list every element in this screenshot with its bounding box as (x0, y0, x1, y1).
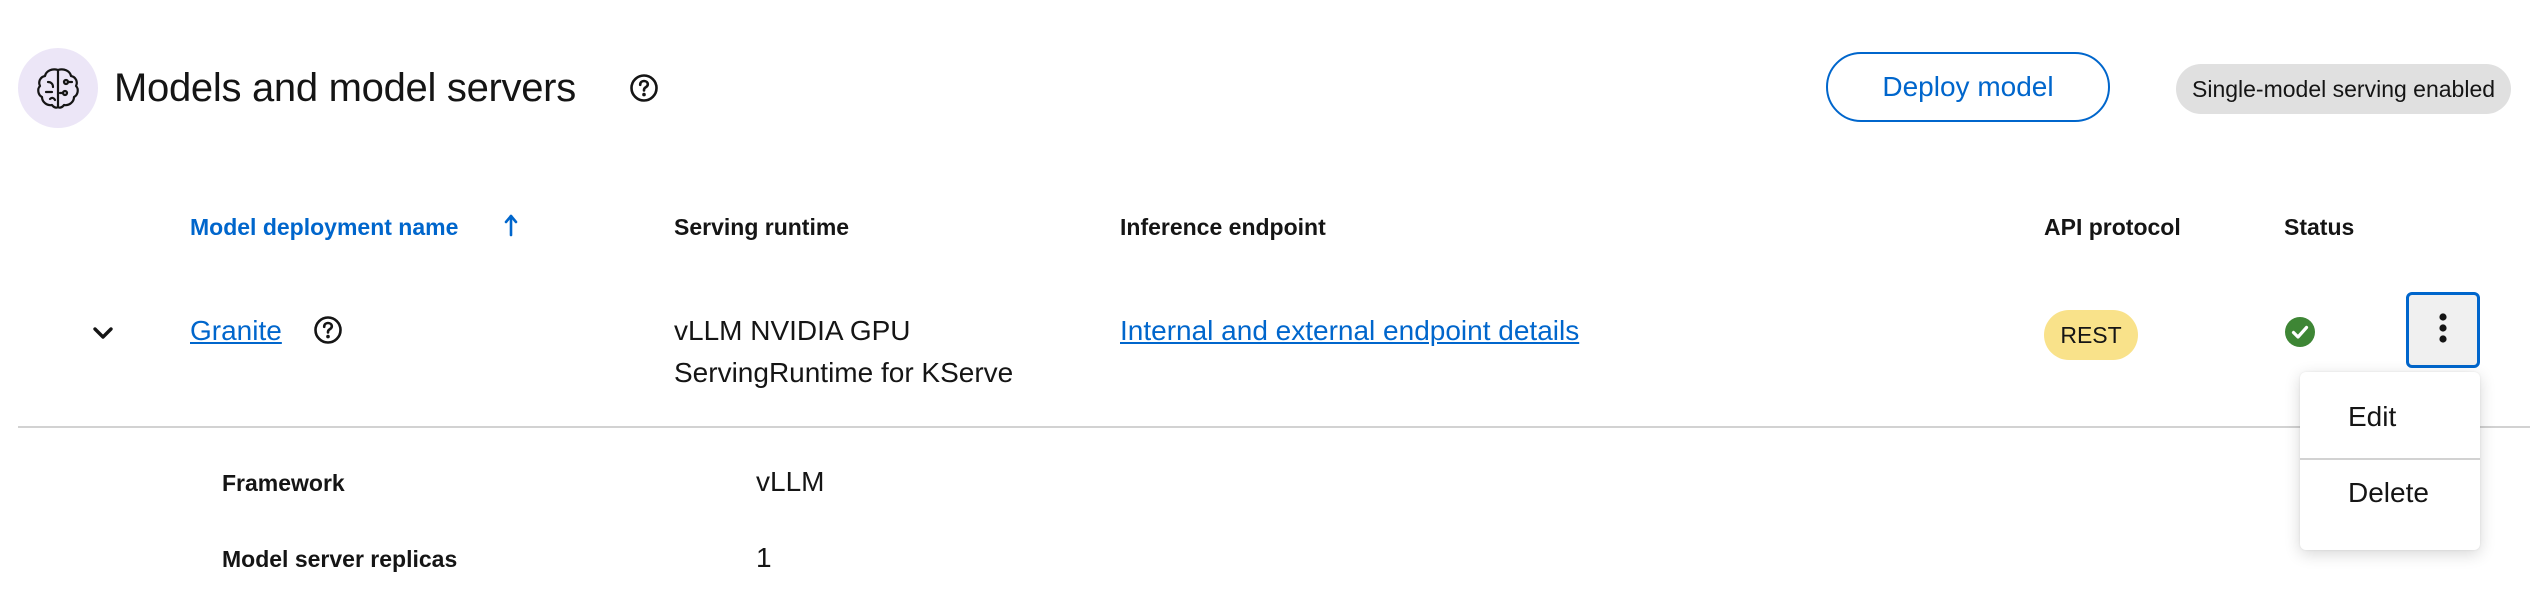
check-circle-icon (2284, 316, 2316, 348)
serving-runtime-line1: vLLM NVIDIA GPU (674, 315, 911, 346)
serving-mode-badge: Single-model serving enabled (2176, 64, 2512, 114)
help-icon[interactable] (628, 72, 660, 104)
serving-runtime-line2: ServingRuntime for KServe (674, 357, 1014, 388)
row-actions-menu: Edit Delete (2300, 372, 2480, 550)
endpoint-details-link[interactable]: Internal and external endpoint details (1120, 310, 1579, 352)
column-header-status: Status (2284, 214, 2355, 240)
column-header-protocol: API protocol (2044, 214, 2181, 240)
column-header-name[interactable]: Model deployment name (190, 212, 458, 242)
help-icon[interactable] (312, 314, 344, 346)
deploy-model-button[interactable]: Deploy model (1826, 52, 2110, 122)
menu-divider (2300, 458, 2480, 460)
row-divider (18, 426, 2530, 428)
arrow-up-icon[interactable] (502, 212, 520, 240)
model-name-link[interactable]: Granite (190, 310, 282, 352)
page-title: Models and model servers (114, 66, 576, 110)
menu-item-delete[interactable]: Delete (2300, 472, 2480, 514)
menu-item-edit[interactable]: Edit (2300, 396, 2480, 438)
row-actions-kebab-button[interactable] (2406, 292, 2480, 368)
ellipsis-vertical-icon (2438, 312, 2448, 349)
framework-value: vLLM (756, 466, 825, 497)
api-protocol-badge: REST (2044, 310, 2138, 360)
replicas-label: Model server replicas (222, 546, 458, 572)
chevron-down-icon[interactable] (88, 318, 118, 348)
replicas-value: 1 (756, 542, 772, 573)
column-header-runtime: Serving runtime (674, 214, 850, 240)
column-header-endpoint: Inference endpoint (1120, 214, 1326, 240)
brain-circuit-icon (18, 48, 98, 128)
framework-label: Framework (222, 470, 345, 496)
